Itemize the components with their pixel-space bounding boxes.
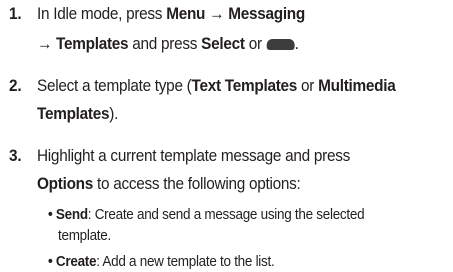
step-3-number: 3. [9, 147, 22, 165]
bullet-dot: • [48, 207, 56, 223]
step-1-line-1: In Idle mode, press Menu → Messaging [37, 5, 305, 23]
multimedia-label: Multimedia [318, 77, 396, 95]
messaging-label: Messaging [228, 5, 305, 23]
step-1-line-2: → Templates and press Select or . [37, 35, 299, 53]
send-term: Send [55, 207, 88, 223]
arrow-2: → [37, 35, 57, 53]
select-label: Select [201, 35, 245, 53]
step-2-number: 2. [9, 77, 22, 95]
options-label: Options [37, 175, 94, 193]
multimedia-templates-label: Templates [37, 105, 110, 123]
instruction-document: 1. In Idle mode, press Menu → Messaging … [0, 0, 453, 270]
step-3-line-1: Highlight a current template message and… [37, 147, 351, 165]
arrow-1: → [205, 5, 229, 23]
menu-label: Menu [166, 5, 206, 23]
step-3-line-2: Options to access the following options: [37, 175, 301, 193]
text-templates-label: Text Templates [191, 77, 298, 95]
templates-label: Templates [56, 35, 129, 53]
softkey-icon [266, 39, 295, 50]
step-2-line-1: Select a template type (Text Templates o… [37, 77, 396, 95]
step-1-number: 1. [9, 5, 22, 23]
step-2-line-2: Templates). [37, 105, 119, 123]
bullet-create: • Create: Add a new template to the list… [48, 254, 275, 270]
bullet-send-continuation: template. [58, 228, 111, 244]
bullet-send: • Send: Create and send a message using … [48, 207, 365, 223]
